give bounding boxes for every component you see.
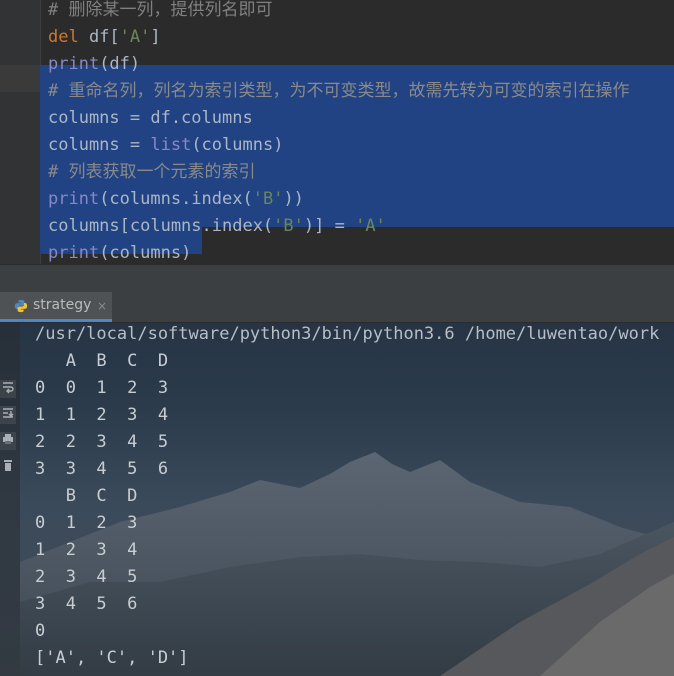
console-line: 1 1 2 3 4 — [35, 405, 169, 425]
code-line: columns[columns.index('B')] = 'A' — [48, 213, 386, 240]
code-token: 'B' — [252, 189, 284, 209]
code-token: # 列表获取一个元素的索引 — [48, 162, 256, 182]
code-line: del df['A'] — [48, 24, 161, 51]
code-token: columns = — [48, 135, 151, 155]
code-token: 'A' — [119, 27, 151, 47]
code-line: print(columns.index('B')) — [48, 186, 304, 213]
run-tool-window: strategy × /usr/local/software/python3/b… — [0, 292, 674, 676]
code-token: df[ — [78, 27, 120, 47]
code-token: 'B' — [273, 216, 304, 236]
code-token: print — [48, 189, 100, 209]
code-token: )] = — [303, 216, 356, 236]
run-tab-strategy[interactable]: strategy × — [0, 292, 112, 322]
code-token: (columns) — [99, 243, 192, 263]
console-line: 0 1 2 3 — [35, 513, 138, 533]
line-gutter[interactable] — [0, 0, 41, 264]
code-token: (df) — [99, 54, 141, 74]
editor-panel-divider[interactable] — [0, 264, 674, 293]
code-token: )) — [283, 189, 304, 209]
code-token: list — [150, 135, 192, 155]
run-side-toolbar — [0, 322, 20, 676]
code-line: # 重命名列，列名为索引类型，为不可变类型，故需先转为可变的索引在操作 — [48, 78, 629, 105]
code-token: ] — [150, 27, 161, 47]
code-token: (columns) — [191, 135, 284, 155]
code-token: 'A' — [355, 216, 386, 236]
code-line: columns = df.columns — [48, 105, 253, 132]
code-line: # 列表获取一个元素的索引 — [48, 159, 255, 186]
code-line: print(df) — [48, 51, 140, 78]
soft-wrap-icon[interactable] — [0, 380, 16, 398]
run-tab-bar: strategy × — [0, 292, 674, 323]
console-line: 1 2 3 4 — [35, 540, 138, 560]
console-line: B C D — [35, 486, 138, 506]
code-token: print — [48, 243, 100, 263]
python-icon — [14, 299, 28, 313]
trash-icon[interactable] — [0, 458, 16, 476]
console-line: 2 3 4 5 — [35, 567, 138, 587]
code-token: print — [48, 54, 100, 74]
print-icon[interactable] — [0, 432, 16, 450]
code-token: # 重命名列，列名为索引类型，为不可变类型，故需先转为可变的索引在操作 — [48, 81, 630, 101]
console-line: 3 3 4 5 6 — [35, 459, 169, 479]
close-icon[interactable]: × — [97, 299, 107, 313]
console-line: A B C D — [35, 351, 169, 371]
code-token: columns[columns.index( — [48, 216, 274, 236]
console-line: 0 0 1 2 3 — [35, 378, 169, 398]
code-editor[interactable]: # 删除某一列，提供列名即可 del df['A'] print(df) # 重命名列… — [0, 0, 674, 264]
scroll-to-end-icon[interactable] — [0, 406, 16, 424]
code-token: columns = df.columns — [48, 108, 253, 128]
console-line: 2 2 3 4 5 — [35, 432, 169, 452]
code-line: # 删除某一列，提供列名即可 — [48, 0, 272, 24]
code-line: print(columns) — [48, 240, 191, 264]
code-token: # 删除某一列，提供列名即可 — [48, 0, 273, 20]
console-line: 0 — [35, 621, 46, 641]
console-line: ['A', 'C', 'D'] — [35, 648, 189, 668]
run-tab-label: strategy — [33, 297, 92, 313]
code-token: (columns.index( — [99, 189, 253, 209]
run-command-line: /usr/local/software/python3/bin/python3.… — [35, 324, 660, 344]
code-line: columns = list(columns) — [48, 132, 283, 159]
console-line: 3 4 5 6 — [35, 594, 138, 614]
code-token: del — [48, 27, 79, 47]
current-line-gutter-highlight — [0, 65, 40, 92]
